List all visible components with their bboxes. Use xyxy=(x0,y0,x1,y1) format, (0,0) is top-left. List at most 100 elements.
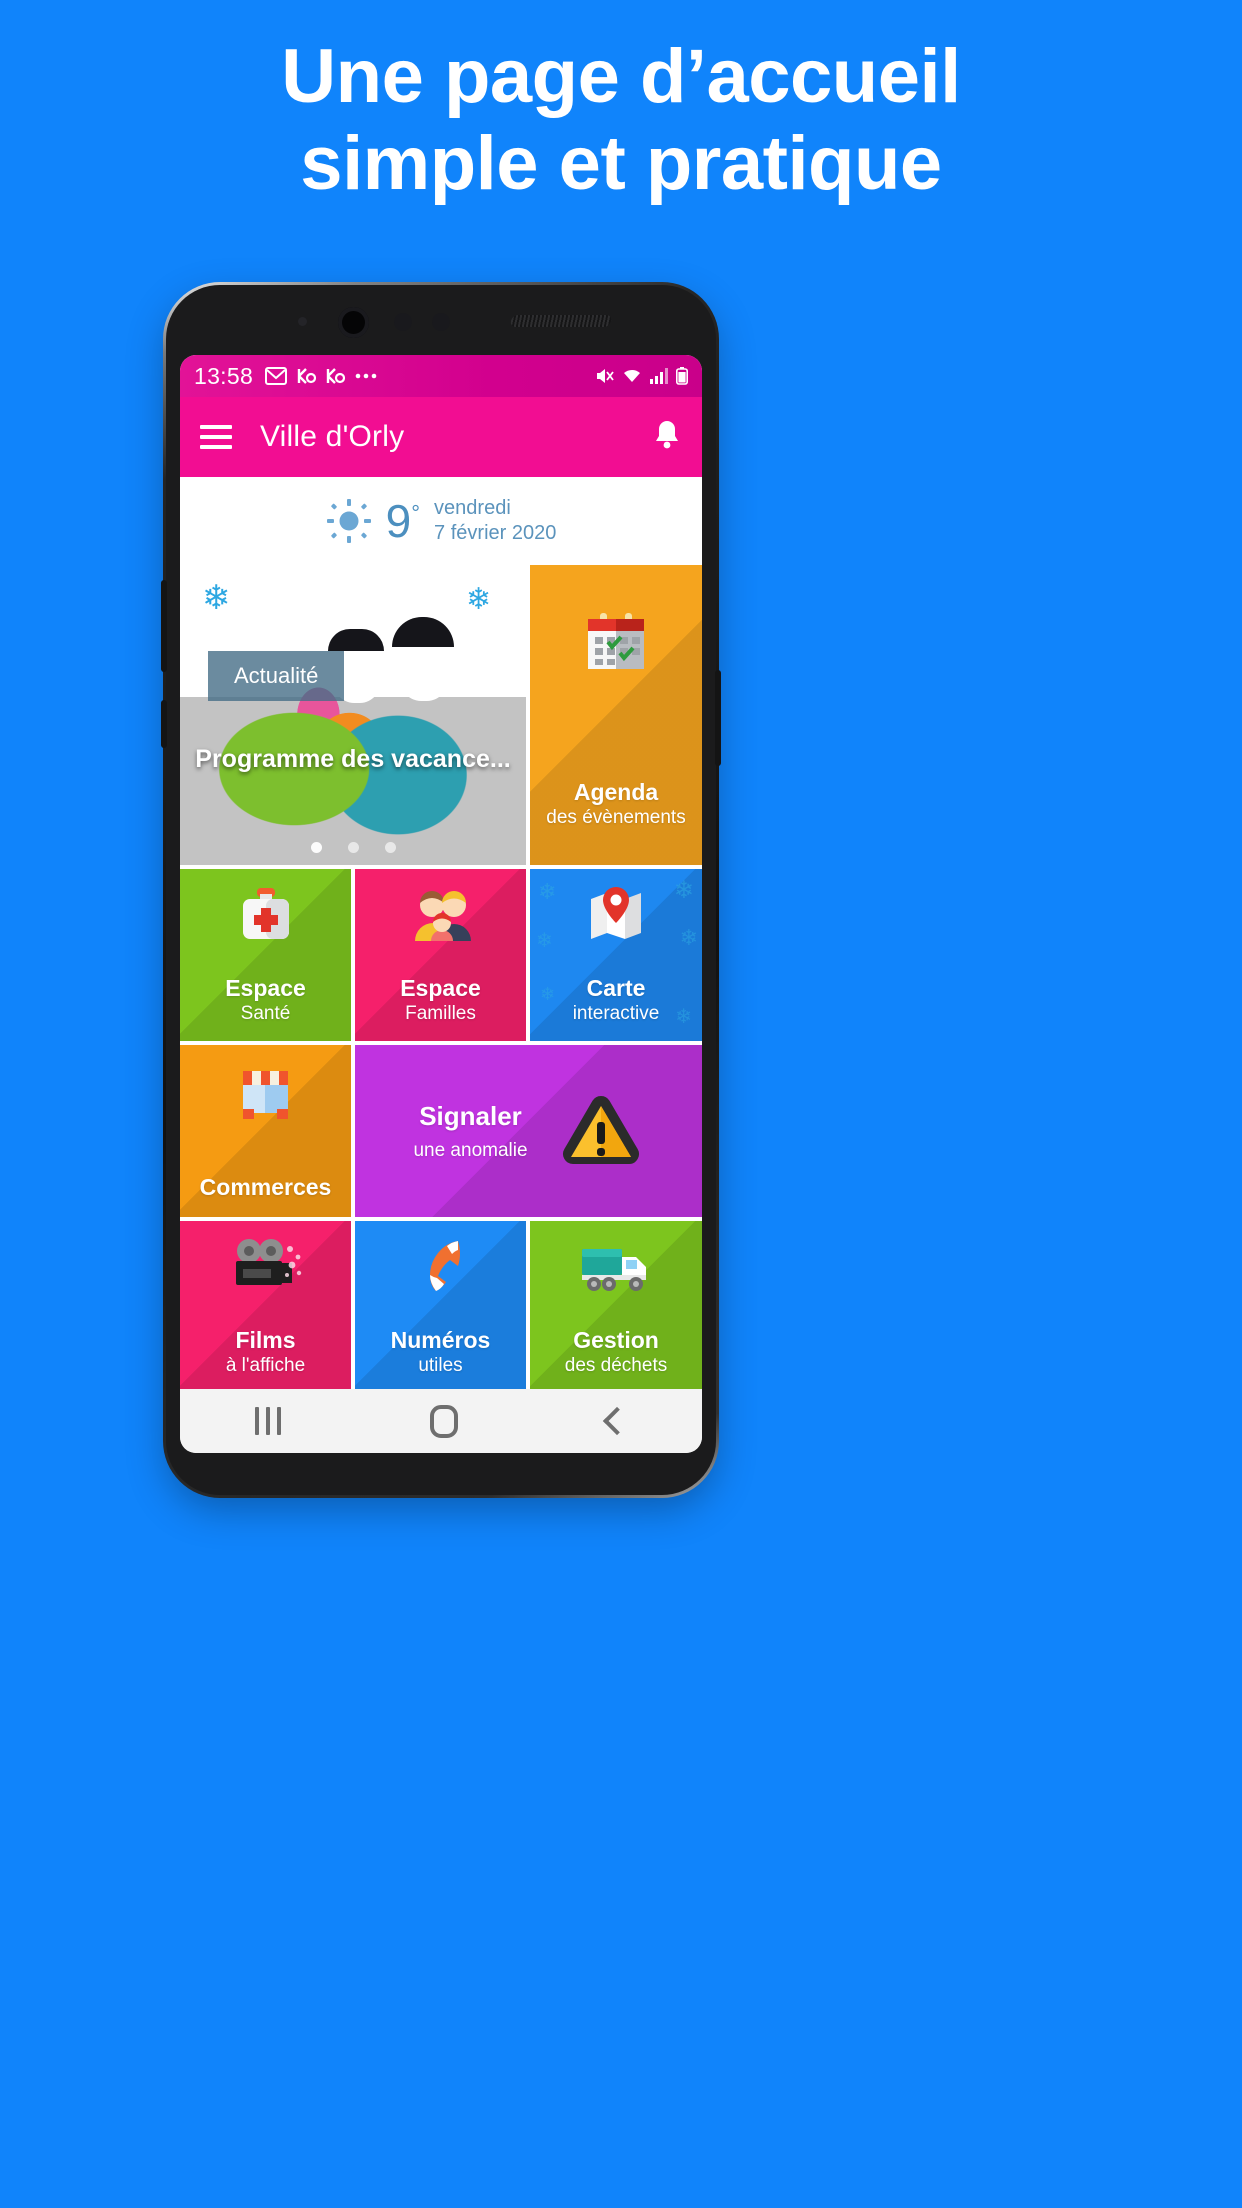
weather-full-date: 7 février 2020 xyxy=(434,522,557,544)
promo-headline: Une page d’accueil simple et pratique xyxy=(0,0,1242,207)
snowflake-icon: ❄ xyxy=(540,984,556,1004)
carousel-dot[interactable] xyxy=(384,842,396,853)
movie-camera-icon xyxy=(230,1237,302,1298)
tile-espace-familles[interactable]: Espace Familles xyxy=(355,869,526,1041)
status-bar-notification-icons xyxy=(265,367,377,385)
family-icon xyxy=(407,885,475,948)
tile-espace-familles-subtitle: Familles xyxy=(405,1003,476,1024)
status-bar-system-icons xyxy=(594,367,688,385)
tile-gestion-title: Gestion xyxy=(573,1327,659,1353)
recents-icon[interactable] xyxy=(254,1407,281,1435)
bell-icon xyxy=(656,420,678,448)
app-icon xyxy=(297,368,317,384)
tiles-row-1: ❄ ❄ Actualité Programme des vacance... A… xyxy=(180,565,702,865)
tile-films-title: Films xyxy=(235,1327,296,1353)
tile-espace-sante-subtitle: Santé xyxy=(240,1003,291,1024)
tile-signaler-subtitle: une anomalie xyxy=(413,1139,528,1161)
tile-espace-sante[interactable]: Espace Santé xyxy=(180,869,351,1041)
more-icon xyxy=(355,373,377,379)
tile-agenda[interactable]: Agenda des évènements xyxy=(530,565,702,865)
weather-temperature: 9° xyxy=(386,498,420,544)
hamburger-icon[interactable] xyxy=(200,425,232,449)
mute-icon xyxy=(597,369,614,383)
app-title: Ville d'Orly xyxy=(260,420,405,453)
promo-headline-line-1: Une page d’accueil xyxy=(281,34,961,119)
phone-device: 13:58 Ville d'Orly 9° vendredi 7 février… xyxy=(161,282,721,1498)
phone-top-bezel xyxy=(166,285,716,355)
tiles-row-3: Commerces Signaler une anomalie xyxy=(180,1045,702,1217)
wifi-icon xyxy=(624,369,640,382)
tile-shadow xyxy=(355,1045,702,1217)
tile-commerces-title: Commerces xyxy=(199,1174,332,1200)
phone-icon xyxy=(410,1235,472,1302)
warning-icon xyxy=(558,1090,644,1173)
tile-espace-familles-title: Espace xyxy=(400,975,481,1001)
status-bar-time: 13:58 xyxy=(194,362,254,389)
android-nav-bar xyxy=(180,1389,702,1453)
tiles-row-4: Films à l'affiche Numéros utiles Gestion… xyxy=(180,1221,702,1389)
back-icon[interactable] xyxy=(603,1406,632,1436)
news-title: Programme des vacance... xyxy=(195,745,511,773)
power-button[interactable] xyxy=(715,670,721,766)
volume-button[interactable] xyxy=(161,580,167,672)
snowflake-icon: ❄ xyxy=(466,583,492,616)
tile-numeros-title: Numéros xyxy=(390,1327,491,1353)
snowflake-icon: ❄ xyxy=(536,930,553,952)
tile-agenda-subtitle: des évènements xyxy=(546,807,686,828)
tiles-row-2: Espace Santé Espace Familles ❄ ❄ ❄ ❄ ❄ ❄… xyxy=(180,869,702,1041)
app-bar: Ville d'Orly xyxy=(180,397,702,477)
map-pin-icon xyxy=(585,883,647,950)
carousel-dot-active[interactable] xyxy=(310,842,322,853)
first-aid-kit-icon xyxy=(235,885,297,950)
tile-numeros-subtitle: utiles xyxy=(418,1355,463,1376)
iris-sensor-icon xyxy=(394,313,412,331)
carousel-dot[interactable] xyxy=(347,842,359,853)
tile-films[interactable]: Films à l'affiche xyxy=(180,1221,351,1389)
sun-icon xyxy=(326,499,371,543)
battery-icon xyxy=(676,367,688,385)
snowflake-icon: ❄ xyxy=(675,1006,692,1028)
status-bar: 13:58 xyxy=(180,355,702,397)
snowflake-icon: ❄ xyxy=(679,925,698,950)
tile-espace-sante-title: Espace xyxy=(225,975,306,1001)
tile-signaler[interactable]: Signaler une anomalie xyxy=(355,1045,702,1217)
tile-gestion-dechets[interactable]: Gestion des déchets xyxy=(530,1221,702,1389)
tile-signaler-title: Signaler xyxy=(419,1100,522,1131)
home-tiles-grid: ❄ ❄ Actualité Programme des vacance... A… xyxy=(180,565,702,1389)
notifications-button[interactable] xyxy=(652,419,682,456)
snowflake-icon: ❄ xyxy=(202,579,231,617)
gmail-icon xyxy=(265,367,288,385)
light-sensor-icon xyxy=(298,317,307,326)
tile-commerces[interactable]: Commerces xyxy=(180,1045,351,1217)
news-badge: Actualité xyxy=(208,651,345,701)
home-icon[interactable] xyxy=(429,1404,458,1438)
front-camera-icon xyxy=(338,307,369,338)
weather-date: vendredi 7 février 2020 xyxy=(434,496,556,546)
proximity-sensor-icon xyxy=(432,313,450,331)
tile-carte-interactive[interactable]: ❄ ❄ ❄ ❄ ❄ ❄ Carte interactive xyxy=(530,869,702,1041)
weather-degree-symbol: ° xyxy=(411,500,421,526)
shop-icon xyxy=(235,1065,297,1130)
tile-films-subtitle: à l'affiche xyxy=(225,1355,306,1376)
garbage-truck-icon xyxy=(578,1243,654,1300)
signal-icon xyxy=(650,368,668,384)
tile-gestion-subtitle: des déchets xyxy=(564,1355,668,1376)
earpiece-speaker-icon xyxy=(509,315,613,327)
carousel-dots[interactable] xyxy=(180,842,526,853)
tile-carte-title: Carte xyxy=(586,975,646,1001)
weather-widget[interactable]: 9° vendredi 7 février 2020 xyxy=(180,477,702,565)
weather-temperature-value: 9 xyxy=(385,495,412,547)
app-icon xyxy=(326,368,346,384)
news-carousel[interactable]: ❄ ❄ Actualité Programme des vacance... xyxy=(180,565,526,865)
snowflake-icon: ❄ xyxy=(673,877,694,904)
phone-screen: 13:58 Ville d'Orly 9° vendredi 7 février… xyxy=(180,355,702,1453)
calendar-icon xyxy=(580,607,652,682)
tile-carte-subtitle: interactive xyxy=(572,1003,660,1024)
assistant-button[interactable] xyxy=(161,700,167,748)
tile-numeros-utiles[interactable]: Numéros utiles xyxy=(355,1221,526,1389)
phone-bottom-bezel xyxy=(166,1453,716,1495)
tile-agenda-title: Agenda xyxy=(573,779,659,805)
promo-headline-line-2: simple et pratique xyxy=(300,120,942,206)
snowflake-icon: ❄ xyxy=(538,879,557,904)
weather-day: vendredi xyxy=(434,497,511,519)
